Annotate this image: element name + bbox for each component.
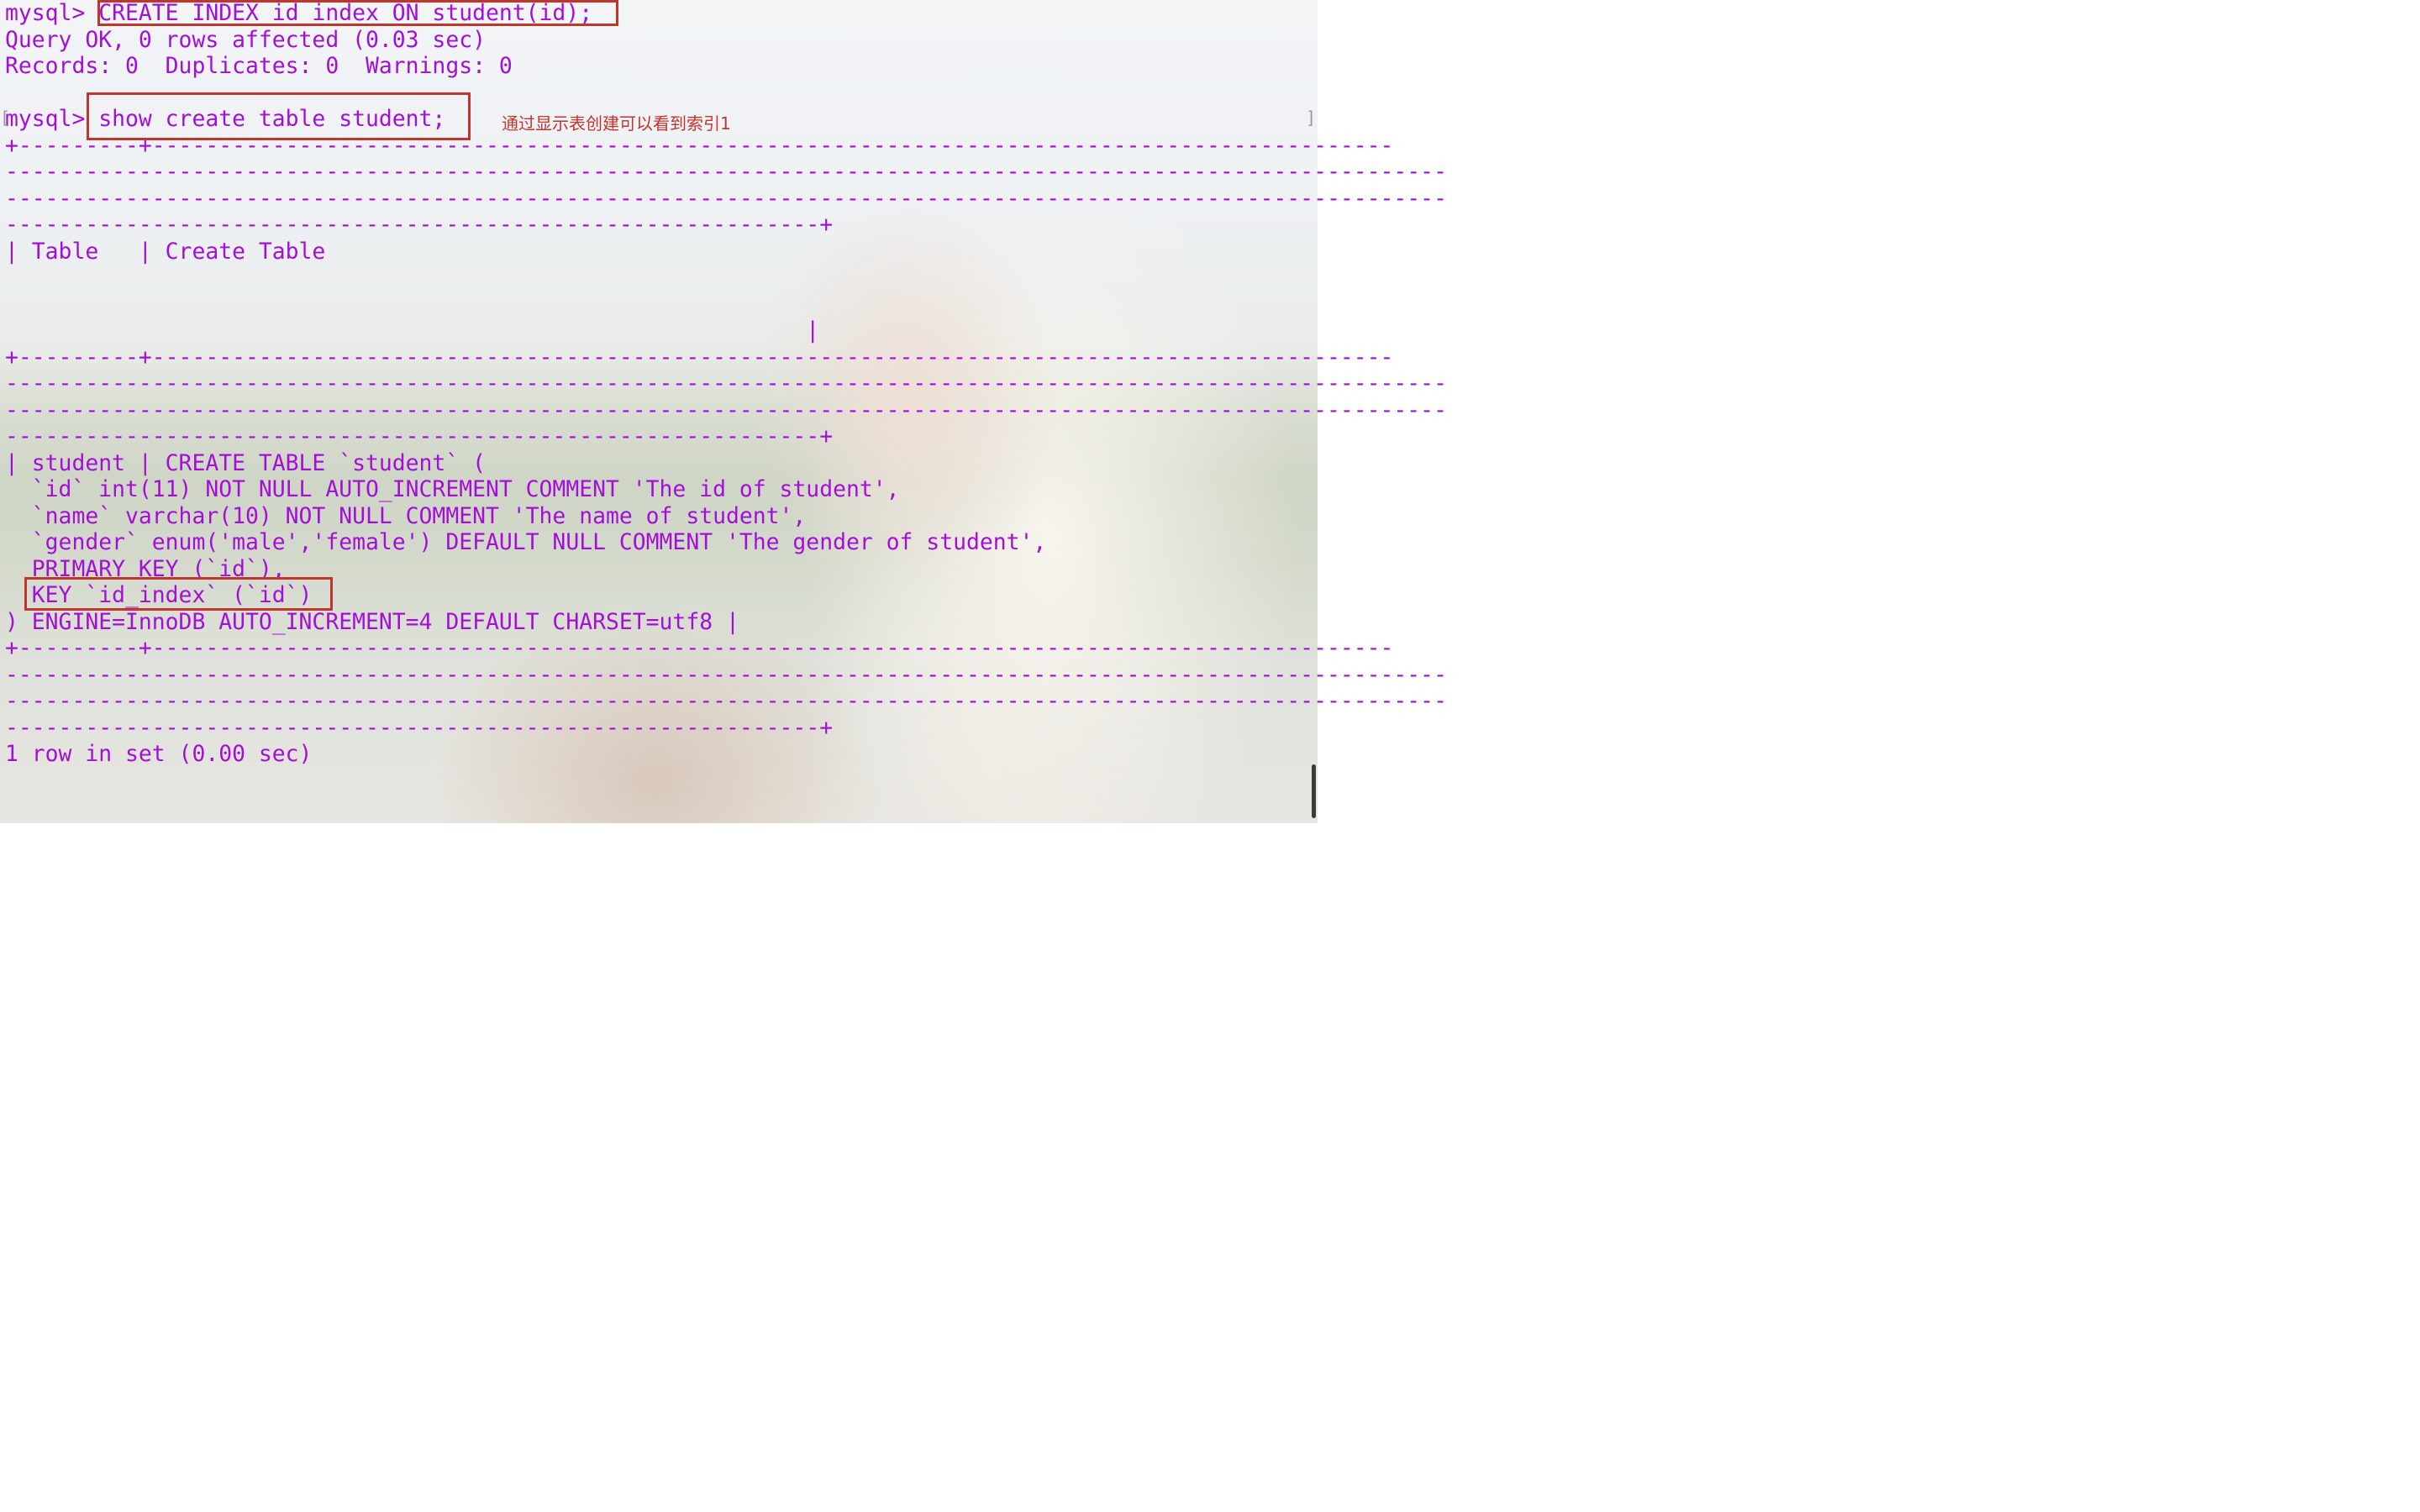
table-border-line: ----------------------------------------… — [5, 212, 834, 238]
table-row-line: `gender` enum('male','female') DEFAULT N… — [5, 529, 1047, 555]
table-border-line: ----------------------------------------… — [5, 661, 1447, 688]
table-row-line: `id` int(11) NOT NULL AUTO_INCREMENT COM… — [5, 476, 900, 502]
terminal-window[interactable]: mysql> CREATE INDEX id_index ON student(… — [0, 0, 1447, 823]
table-border-line: ----------------------------------------… — [5, 185, 1447, 212]
table-border-line: ----------------------------------------… — [5, 159, 1447, 185]
table-header-line: | Table | Create Table — [5, 238, 326, 265]
table-row-line: | student | CREATE TABLE `student` ( — [5, 449, 486, 476]
annotation-note: 通过显示表创建可以看到索引1 — [502, 113, 731, 134]
table-border-line: ----------------------------------------… — [5, 370, 1447, 396]
highlight-show-create-table-command — [87, 92, 471, 140]
table-border-line: ----------------------------------------… — [5, 714, 834, 741]
window-right-edge: ] — [1306, 108, 1317, 128]
table-border-line: +---------+-----------------------------… — [5, 635, 1394, 661]
table-header-line: | — [5, 318, 820, 344]
terminal-line: Query OK, 0 rows affected (0.03 sec) — [5, 26, 486, 53]
result-summary-line: 1 row in set (0.00 sec) — [5, 741, 313, 767]
table-border-line: +---------+-----------------------------… — [5, 344, 1394, 370]
window-left-edge: [ — [0, 108, 11, 128]
table-row-line: `name` varchar(10) NOT NULL COMMENT 'The… — [5, 502, 807, 529]
terminal-line: Records: 0 Duplicates: 0 Warnings: 0 — [5, 53, 513, 79]
highlight-key-id-index — [24, 577, 333, 611]
table-row-line: ) ENGINE=InnoDB AUTO_INCREMENT=4 DEFAULT… — [5, 608, 739, 635]
highlight-create-index-command — [97, 0, 618, 26]
table-border-line: ----------------------------------------… — [5, 423, 834, 449]
scrollbar-thumb[interactable] — [1312, 764, 1316, 818]
table-border-line: ----------------------------------------… — [5, 688, 1447, 714]
table-border-line: ----------------------------------------… — [5, 396, 1447, 423]
